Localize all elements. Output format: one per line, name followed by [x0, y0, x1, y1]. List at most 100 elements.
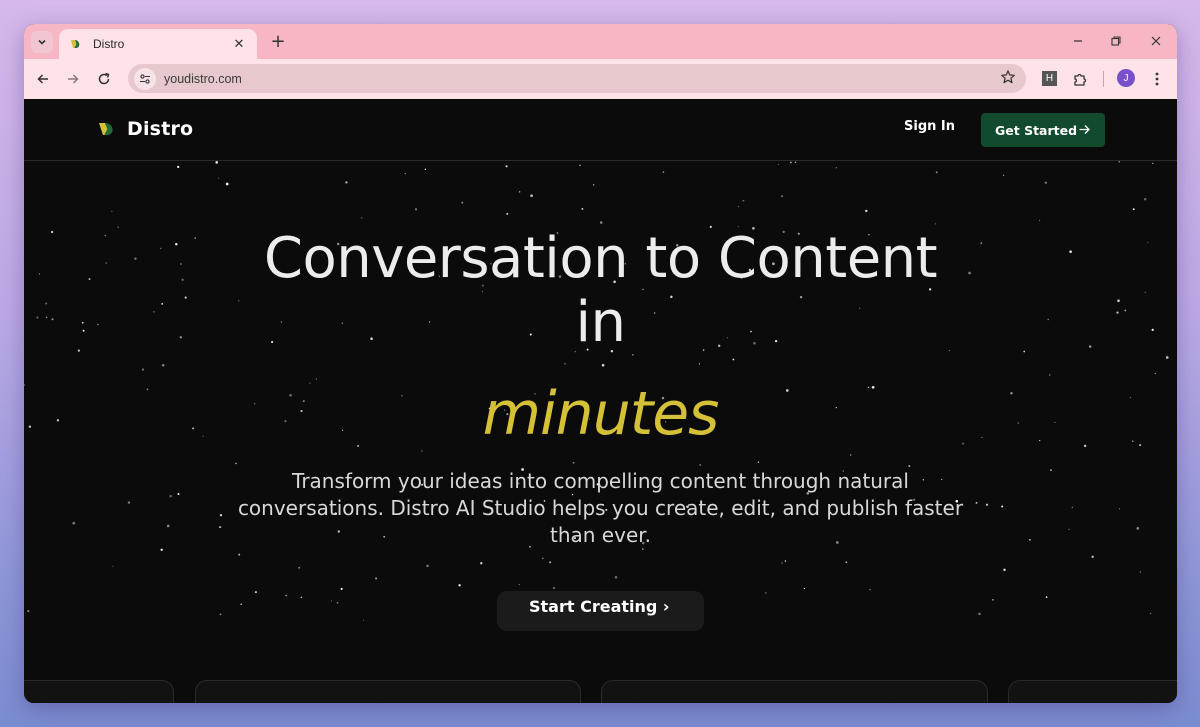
restore-icon — [1111, 36, 1121, 46]
tab-distro[interactable]: Distro ✕ — [59, 29, 257, 59]
brand-logo[interactable]: Distro — [98, 118, 193, 140]
star-dot — [300, 596, 303, 599]
feature-card — [195, 680, 581, 703]
tab-search-button[interactable] — [31, 31, 53, 53]
close-window-button[interactable] — [1144, 30, 1168, 52]
arrow-right-icon — [68, 74, 79, 84]
star-dot — [1068, 528, 1070, 530]
back-button[interactable] — [31, 67, 55, 91]
star-dot — [480, 562, 483, 565]
star-dot — [789, 161, 792, 164]
star-dot — [835, 167, 837, 169]
star-dot — [27, 610, 30, 613]
distro-logo-icon — [99, 123, 113, 135]
star-dot — [778, 164, 780, 166]
star-dot — [992, 598, 994, 601]
star-dot — [298, 566, 301, 569]
site-header: Distro Sign In Get Started — [24, 99, 1177, 161]
arrow-right-icon — [1079, 125, 1090, 134]
star-icon — [1001, 70, 1015, 84]
star-dot — [1071, 506, 1073, 509]
star-dot — [781, 562, 783, 564]
star-dot — [978, 612, 981, 616]
star-dot — [530, 194, 533, 198]
star-dot — [424, 168, 427, 171]
minimize-button[interactable] — [1066, 30, 1090, 52]
star-dot — [564, 362, 566, 365]
star-dot — [794, 161, 797, 163]
feature-card — [24, 680, 174, 703]
star-dot — [345, 181, 348, 184]
star-dot — [581, 207, 584, 210]
star-dot — [737, 206, 739, 208]
get-started-button[interactable]: Get Started — [981, 113, 1105, 147]
url-text: youdistro.com — [164, 71, 242, 86]
star-dot — [285, 594, 288, 597]
tab-title: Distro — [93, 37, 125, 51]
star-dot — [219, 514, 223, 517]
extensions-button[interactable] — [1068, 67, 1092, 91]
star-dot — [1045, 596, 1048, 598]
hero-accent-word: minutes — [482, 379, 720, 449]
star-dot — [742, 199, 745, 202]
star-dot — [361, 217, 363, 219]
star-dot — [330, 600, 333, 602]
star-dot — [549, 561, 552, 564]
star-dot — [934, 223, 937, 225]
star-dot — [552, 586, 556, 590]
start-creating-button[interactable]: Start Creating › — [497, 591, 704, 631]
star-dot — [235, 462, 237, 465]
star-dot — [215, 161, 218, 164]
star-dot — [765, 592, 767, 594]
toolbar-separator — [1103, 71, 1104, 87]
site-info-button[interactable] — [134, 67, 156, 90]
browser-toolbar: youdistro.com H J — [24, 59, 1177, 99]
close-icon — [1151, 36, 1161, 46]
star-dot — [1048, 374, 1051, 376]
star-dot — [177, 492, 180, 496]
star-dot — [699, 464, 702, 466]
star-dot — [845, 561, 848, 564]
star-dot — [1139, 571, 1142, 573]
sign-in-link[interactable]: Sign In — [904, 119, 955, 134]
tab-close-icon[interactable]: ✕ — [231, 37, 247, 52]
browser-menu-button[interactable] — [1145, 67, 1169, 91]
star-dot — [404, 173, 406, 175]
star-dot — [112, 565, 114, 567]
star-dot — [111, 210, 113, 213]
more-vert-icon — [1155, 72, 1159, 86]
address-bar[interactable]: youdistro.com — [128, 64, 1026, 93]
restore-button[interactable] — [1104, 30, 1128, 52]
distro-favicon-icon — [71, 40, 80, 48]
star-dot — [1136, 527, 1140, 530]
star-dot — [1050, 469, 1052, 471]
star-dot — [1003, 174, 1005, 176]
star-dot — [72, 521, 76, 525]
star-dot — [1143, 197, 1147, 201]
star-dot — [1003, 568, 1006, 572]
profile-avatar[interactable]: J — [1117, 69, 1135, 87]
minimize-icon — [1074, 40, 1082, 42]
star-dot — [781, 195, 783, 198]
star-dot — [458, 584, 461, 587]
bookmark-button[interactable] — [1000, 69, 1016, 89]
reload-button[interactable] — [92, 67, 116, 91]
star-dot — [461, 201, 464, 204]
star-dot — [784, 560, 787, 562]
star-dot — [414, 208, 418, 211]
star-dot — [336, 602, 339, 604]
hero-title-line-1: Conversation to Content — [263, 226, 938, 291]
star-dot — [1029, 538, 1031, 541]
star-dot — [238, 553, 241, 556]
new-tab-button[interactable]: + — [267, 30, 289, 52]
star-dot — [698, 363, 700, 365]
star-dot — [732, 358, 735, 361]
extension-h-icon[interactable]: H — [1042, 71, 1057, 86]
forward-button[interactable] — [61, 67, 85, 91]
feature-card — [1008, 680, 1177, 703]
star-dot — [225, 182, 229, 186]
star-dot — [505, 165, 508, 168]
feature-card — [601, 680, 988, 703]
star-dot — [127, 501, 131, 504]
star-dot — [1152, 162, 1154, 164]
